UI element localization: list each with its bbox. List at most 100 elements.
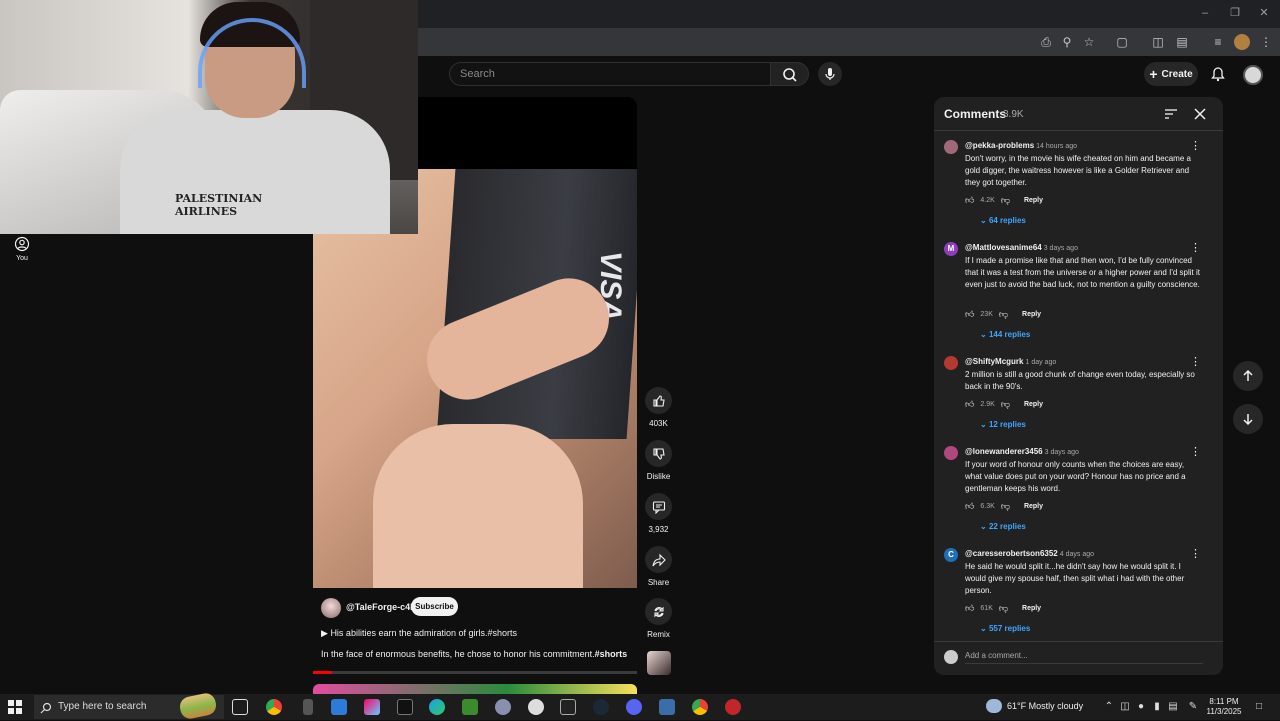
comment-more-icon[interactable]: ⋮ [1190,548,1201,560]
browser-menu-icon[interactable]: ⋮ [1258,34,1274,50]
extensions-icon[interactable]: ▢ [1114,34,1130,50]
reply-button[interactable]: Reply [1022,605,1041,612]
account-avatar[interactable] [1243,65,1263,85]
close-icon[interactable] [1193,107,1207,121]
thumbs-down-icon[interactable]: 👎︎ [1001,501,1010,512]
short-title-row[interactable]: ▶ His abilities earn the admiration of g… [321,628,517,639]
thumbs-down-icon[interactable]: 👎︎ [999,309,1008,320]
tab-search-icon[interactable]: ▤ [1174,34,1190,50]
close-window-icon[interactable]: ✕ [1257,6,1271,20]
view-replies-button[interactable]: ⌄ 144 replies [980,330,1030,339]
taskbar-clock[interactable]: 8:11 PM 11/3/2025 [1203,697,1245,717]
notifications-tray-icon[interactable]: □ [1253,701,1265,713]
progress-bar-track[interactable] [313,671,637,674]
thumbs-down-icon[interactable]: 👎︎ [1001,399,1010,410]
search-input[interactable]: Search [449,62,771,86]
app-icon-13[interactable] [659,699,675,715]
steam-app-icon[interactable] [593,699,609,715]
reply-button[interactable]: Reply [1024,401,1043,408]
app-icon-8[interactable] [495,699,511,715]
network-icon[interactable]: ▤ [1167,701,1179,713]
install-app-icon[interactable]: ⎙ [1038,34,1054,50]
comment-avatar[interactable] [944,356,958,370]
view-replies-button[interactable]: ⌄ 557 replies [980,624,1030,633]
next-short-button[interactable] [1233,404,1263,434]
comment-author[interactable]: @caresserobertson6352 [965,549,1058,558]
thumbs-down-icon[interactable]: 👎︎ [999,603,1008,614]
create-button[interactable]: + Create [1144,62,1198,86]
weather-widget[interactable]: 61°F Mostly cloudy [1007,701,1083,711]
comment-author[interactable]: @Mattlovesanime64 [965,243,1042,252]
comment-avatar[interactable]: M [944,242,958,256]
comment-more-icon[interactable]: ⋮ [1190,140,1201,152]
description-hashtag[interactable]: #shorts [595,649,628,659]
comment-time[interactable]: 1 day ago [1025,359,1056,366]
sort-icon[interactable] [1164,107,1178,121]
comment-more-icon[interactable]: ⋮ [1190,242,1201,254]
profile-icon[interactable] [1234,34,1250,50]
thumbs-up-icon[interactable]: 👍︎ [965,399,974,410]
previous-short-button[interactable] [1233,361,1263,391]
view-replies-button[interactable]: ⌄ 12 replies [980,420,1026,429]
zoom-icon[interactable]: ⚲ [1059,34,1075,50]
subscribe-button[interactable]: Subscribe [411,597,458,616]
restore-icon[interactable]: ❐ [1228,6,1242,20]
thumbs-up-icon[interactable]: 👍︎ [965,195,974,206]
remix-button[interactable] [645,598,672,625]
comment-more-icon[interactable]: ⋮ [1190,356,1201,368]
epic-app-icon[interactable] [560,699,576,715]
side-panel-icon[interactable]: ◫ [1150,34,1166,50]
bookmark-star-icon[interactable]: ☆ [1081,34,1097,50]
reply-button[interactable]: Reply [1024,503,1043,510]
reply-button[interactable]: Reply [1022,311,1041,318]
comment-author[interactable]: @pekka-problems [965,141,1034,150]
thumbs-up-icon[interactable]: 👍︎ [965,501,974,512]
task-view-icon[interactable] [232,699,248,715]
comment-author[interactable]: @ShiftyMcgurk [965,357,1023,366]
comment-time[interactable]: 14 hours ago [1036,143,1077,150]
dislike-button[interactable] [645,440,672,467]
like-button[interactable] [645,387,672,414]
chevron-up-icon[interactable]: ⌃ [1103,701,1115,713]
next-short-preview[interactable] [313,684,637,694]
chrome-app-icon[interactable] [266,699,282,715]
thumbs-down-icon[interactable]: 👎︎ [1001,195,1010,206]
comment-more-icon[interactable]: ⋮ [1190,446,1201,458]
obs-app-icon[interactable] [528,699,544,715]
windows-start-icon[interactable] [8,700,22,714]
you-icon[interactable] [14,236,30,252]
notifications-icon[interactable] [1210,66,1226,82]
edge-app-icon[interactable] [429,699,445,715]
reading-list-icon[interactable]: ≡ [1210,34,1226,50]
comment-avatar[interactable] [944,140,958,154]
comment-time[interactable]: 3 days ago [1044,245,1078,252]
copilot-app-icon[interactable] [364,699,380,715]
discord-app-icon[interactable] [626,699,642,715]
comment-time[interactable]: 3 days ago [1045,449,1079,456]
chrome-profile-app-icon[interactable] [692,699,708,715]
comment-avatar[interactable] [944,446,958,460]
search-button[interactable] [771,62,809,86]
roblox-app-icon[interactable] [725,699,741,715]
add-comment-input[interactable]: Add a comment... [965,651,1203,664]
comment-time[interactable]: 4 days ago [1060,551,1094,558]
minimize-icon[interactable]: – [1198,6,1212,20]
view-replies-button[interactable]: ⌄ 22 replies [980,522,1026,531]
capcut-app-icon[interactable] [397,699,413,715]
voice-search-button[interactable] [818,62,842,86]
comments-button[interactable] [645,493,672,520]
comment-author[interactable]: @lonewanderer3456 [965,447,1043,456]
thumbs-up-icon[interactable]: 👍︎ [965,603,974,614]
share-button[interactable] [645,546,672,573]
channel-avatar[interactable] [321,598,341,618]
reply-button[interactable]: Reply [1024,197,1043,204]
store-app-icon[interactable] [331,699,347,715]
channel-name[interactable]: @TaleForge-c4k [346,602,415,612]
thumbs-up-icon[interactable]: 👍︎ [965,309,974,320]
phone-app-icon[interactable] [303,699,313,715]
view-replies-button[interactable]: ⌄ 64 replies [980,216,1026,225]
comment-avatar[interactable]: C [944,548,958,562]
sidebar-item-you[interactable]: You [10,255,34,262]
minecraft-app-icon[interactable] [462,699,478,715]
sound-thumbnail[interactable] [647,651,671,675]
